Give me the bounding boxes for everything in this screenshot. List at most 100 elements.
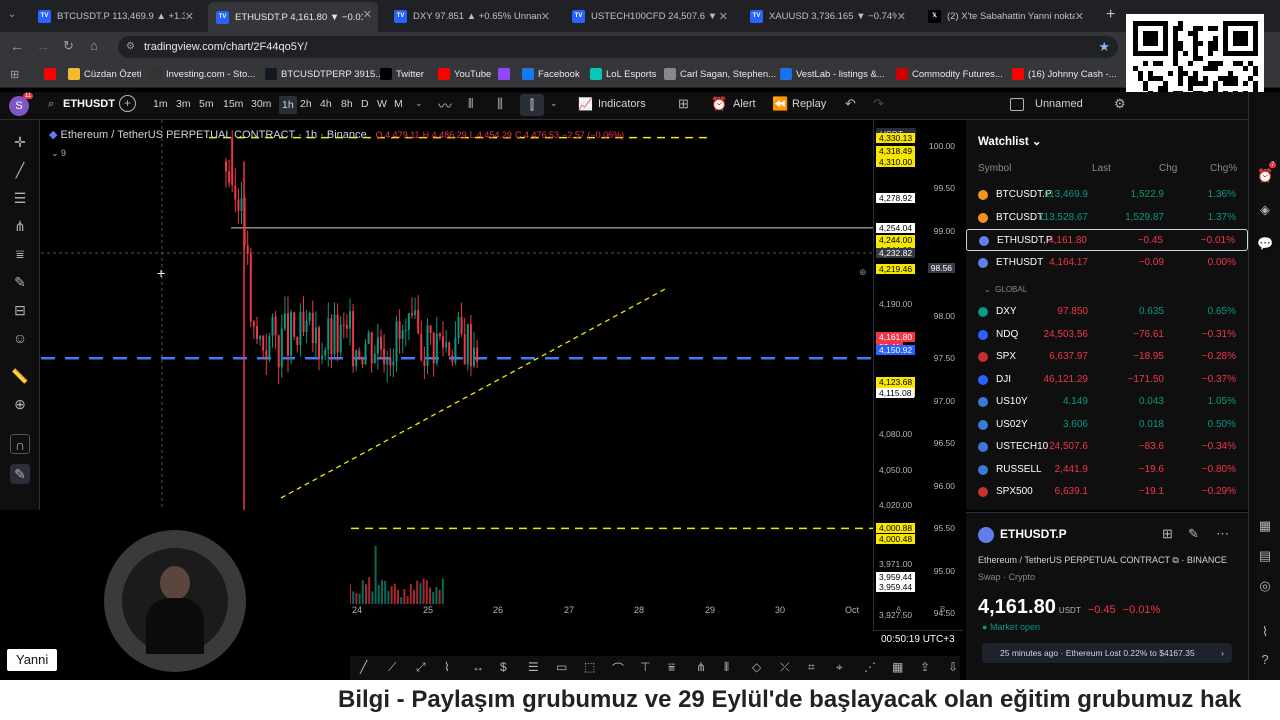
- axis-mode-button[interactable]: B: [940, 605, 945, 614]
- brush-icon[interactable]: ✎: [10, 272, 30, 292]
- home-icon[interactable]: ⌂: [90, 38, 98, 53]
- watchlist-row[interactable]: RUSSELL 2,441.9 −19.6 −0.80%: [966, 459, 1248, 481]
- price-axis[interactable]: USDT ⌄ 4,330.134,318.494,318.494,310.004…: [873, 120, 963, 643]
- drawing-tool-icon[interactable]: ⩸: [668, 660, 675, 675]
- settings-icon[interactable]: ⚙: [1114, 96, 1126, 112]
- tab-close-icon[interactable]: ✕: [363, 8, 372, 21]
- bookmark-star-icon[interactable]: ★: [1098, 36, 1110, 58]
- watchlist-row[interactable]: NDQ 24,503.56 −76.61 −0.31%: [966, 324, 1248, 346]
- layout-name[interactable]: Unnamed: [1035, 98, 1083, 110]
- help-icon[interactable]: ?: [1257, 652, 1273, 668]
- ruler-icon[interactable]: 📏: [10, 366, 30, 386]
- drawing-tool-icon[interactable]: ⬚: [584, 660, 595, 674]
- layout-save-icon[interactable]: [1010, 98, 1024, 111]
- browser-tab[interactable]: TV DXY 97.851 ▲ +0.65% Unname ✕: [386, 4, 556, 28]
- horizontal-lines-icon[interactable]: ☰: [10, 188, 30, 208]
- watchlist-title[interactable]: Watchlist ⌄: [978, 134, 1042, 148]
- redo-icon[interactable]: ↷: [873, 96, 884, 112]
- bookmark-item[interactable]: Carl Sagan, Stephen...: [664, 68, 776, 80]
- bookmark-item[interactable]: [498, 68, 510, 80]
- bookmark-item[interactable]: LoL Esports: [590, 68, 656, 80]
- detail-fullname[interactable]: Ethereum / TetherUS PERPETUAL CONTRACT ⧉…: [978, 555, 1227, 566]
- drawing-tool-icon[interactable]: ▦: [892, 660, 903, 674]
- tab-close-icon[interactable]: ✕: [185, 10, 194, 23]
- browser-tab[interactable]: TV XAUUSD 3,736.165 ▼ −0.74% U ✕: [742, 4, 912, 28]
- reload-icon[interactable]: ↻: [63, 38, 74, 54]
- bar-chart-icon[interactable]: ⫴: [468, 96, 473, 112]
- news-item[interactable]: 25 minutes ago · Ethereum Lost 0.22% to …: [982, 643, 1232, 663]
- emoji-icon[interactable]: ☺: [10, 328, 30, 348]
- trendline-icon[interactable]: ╱: [10, 160, 30, 180]
- replay-button[interactable]: Replay: [792, 98, 826, 110]
- layout-icon[interactable]: ⊞: [678, 96, 689, 112]
- drawing-tool-icon[interactable]: ╱: [360, 660, 367, 674]
- watchlist-row[interactable]: ETHUSDT 4,164.17 −0.09 0.00%: [966, 252, 1248, 274]
- watchlist-row[interactable]: US10Y 4.149 0.043 1.05%: [966, 391, 1248, 413]
- browser-tab[interactable]: TV ETHUSDT.P 4,161.80 ▼ −0.01% ✕: [208, 2, 378, 32]
- tab-close-icon[interactable]: ✕: [897, 10, 906, 23]
- detail-symbol[interactable]: ETHUSDT.P: [1000, 527, 1067, 541]
- interval-8h[interactable]: 8h: [341, 98, 353, 110]
- watchlist-row[interactable]: BTCUSDT 113,528.67 1,529.87 1.37%: [966, 207, 1248, 229]
- avatar[interactable]: S: [9, 96, 29, 116]
- watchlist-row[interactable]: USTECH10 24,507.6 −83.6 −0.34%: [966, 436, 1248, 458]
- alerts-clock-icon[interactable]: ⏰: [1257, 168, 1273, 184]
- col-last[interactable]: Last: [1092, 163, 1111, 174]
- bookmark-item[interactable]: VestLab - listings &...: [780, 68, 885, 80]
- more-icon[interactable]: ⋯: [1216, 526, 1229, 542]
- chart-type-line-icon[interactable]: 〰: [438, 96, 452, 116]
- drawing-tool-icon[interactable]: ⟋: [388, 660, 396, 675]
- bookmark-item[interactable]: (16) Johnny Cash -...: [1012, 68, 1117, 80]
- candles-icon[interactable]: ⫿: [520, 94, 544, 116]
- undo-icon[interactable]: ↶: [845, 96, 856, 112]
- interval-3m[interactable]: 3m: [176, 98, 191, 110]
- bookmark-item[interactable]: YouTube: [438, 68, 491, 80]
- drawing-tool-icon[interactable]: ⇪: [920, 660, 930, 674]
- alert-button[interactable]: Alert: [733, 98, 756, 110]
- watchlist-row[interactable]: DJI 46,121.29 −171.50 −0.37%: [966, 369, 1248, 391]
- drawing-tool-icon[interactable]: ⫴: [724, 660, 729, 675]
- interval-15m[interactable]: 15m: [223, 98, 243, 110]
- url-field[interactable]: ⚙ tradingview.com/chart/2F44qo5Y/ ★: [118, 36, 1118, 58]
- alert-icon[interactable]: ⏰: [711, 96, 727, 112]
- interval-2h[interactable]: 2h: [300, 98, 312, 110]
- back-icon[interactable]: ←: [10, 38, 24, 54]
- drawing-tool-icon[interactable]: ⌖: [836, 660, 843, 675]
- site-info-icon[interactable]: ⚙: [126, 36, 135, 58]
- symbol-search[interactable]: ETHUSDT: [63, 98, 115, 110]
- drawing-tool-icon[interactable]: ⌒: [612, 660, 624, 677]
- tab-search-icon[interactable]: ⌄: [8, 9, 16, 20]
- indicators-button[interactable]: Indicators: [598, 98, 646, 110]
- watchlist-row[interactable]: DXY 97.850 0.635 0.65%: [966, 301, 1248, 323]
- drawing-tool-icon[interactable]: ⋰: [864, 660, 876, 674]
- drawing-tool-icon[interactable]: ↔: [472, 660, 484, 674]
- watchlist-row[interactable]: SPX 6,637.97 −18.95 −0.28%: [966, 346, 1248, 368]
- legend-count[interactable]: ⌄ 9: [51, 148, 66, 159]
- lock-drawing-icon[interactable]: ✎: [10, 464, 30, 484]
- interval-W[interactable]: W: [377, 98, 387, 110]
- col-chg[interactable]: Chg: [1159, 163, 1177, 174]
- drawing-tool-icon[interactable]: ⌇: [444, 660, 450, 674]
- drawing-tool-icon[interactable]: ⋔: [696, 660, 706, 674]
- compare-icon[interactable]: ⫼: [497, 96, 503, 112]
- bookmark-item[interactable]: [44, 68, 56, 80]
- prediction-icon[interactable]: ⊟: [10, 300, 30, 320]
- interval-dropdown-icon[interactable]: ⌄: [415, 98, 423, 109]
- watchlist-row[interactable]: BTCUSDT.P 113,469.9 1,522.9 1.36%: [966, 184, 1248, 206]
- drawing-tool-icon[interactable]: ⊤: [640, 660, 650, 674]
- section-global[interactable]: ⌄ GLOBAL: [984, 285, 1027, 294]
- col-symbol[interactable]: Symbol: [978, 163, 1011, 174]
- bookmark-item[interactable]: Investing.com - Sto...: [150, 68, 255, 80]
- search-icon[interactable]: ⌕: [48, 98, 54, 111]
- indicators-icon[interactable]: 📈: [578, 97, 593, 111]
- drawing-tool-icon[interactable]: ◇: [752, 660, 761, 674]
- magnet-icon[interactable]: ∩: [10, 434, 30, 454]
- interval-1m[interactable]: 1m: [153, 98, 168, 110]
- col-chg-pct[interactable]: Chg%: [1210, 163, 1237, 174]
- interval-M[interactable]: M: [394, 98, 403, 110]
- browser-tab[interactable]: 𝕏 (2) X'te Sabahattin Yanni nokta ✕: [920, 4, 1090, 28]
- drawing-tool-icon[interactable]: ⤫: [780, 660, 790, 675]
- browser-tab[interactable]: TV BTCUSDT.P 113,469.9 ▲ +1.36%✕: [30, 4, 200, 28]
- layers-icon[interactable]: ◈: [1257, 202, 1273, 218]
- interval-4h[interactable]: 4h: [320, 98, 332, 110]
